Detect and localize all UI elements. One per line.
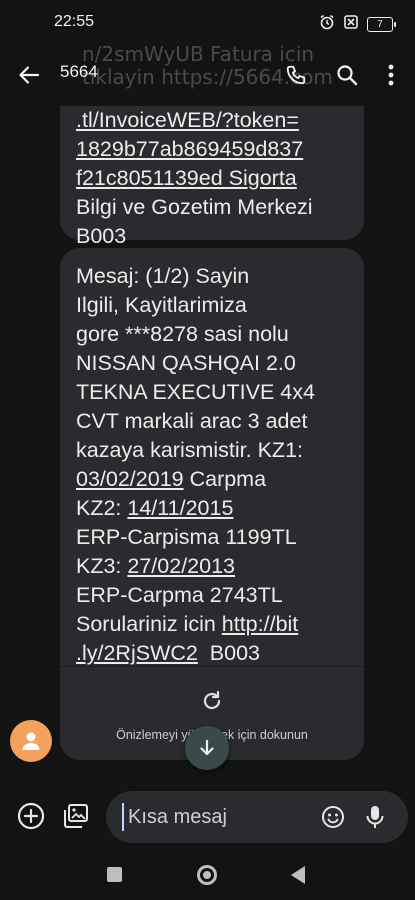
more-vert-icon: [388, 64, 394, 86]
gallery-icon: [64, 804, 88, 828]
gallery-button[interactable]: [61, 801, 91, 831]
search-icon: [337, 65, 358, 86]
add-attachment-button[interactable]: [16, 801, 46, 831]
message-line: ERP-Carpma 2743TL: [76, 583, 283, 607]
add-circle-icon: [17, 802, 45, 830]
system-back-button[interactable]: [291, 866, 305, 884]
home-button[interactable]: [197, 865, 217, 885]
message-line: Sorulariniz icin http://bit: [76, 610, 348, 639]
more-options-button[interactable]: [376, 60, 406, 90]
message-text: Carpma: [183, 467, 267, 491]
battery-icon: 7: [367, 16, 396, 32]
message-line: Bilgi ve Gozetim Merkezi: [76, 195, 313, 219]
person-icon: [22, 732, 40, 750]
battery-level: 7: [377, 18, 383, 30]
message-input[interactable]: [122, 803, 312, 831]
system-navigation-bar: [0, 844, 415, 900]
arrow-down-icon: [200, 739, 214, 756]
status-bar: 22:55 7: [0, 0, 415, 46]
message-text: B003: [197, 641, 261, 665]
status-time: 22:55: [54, 13, 95, 30]
message-link[interactable]: .tl/InvoiceWEB/?token=: [76, 106, 348, 135]
message-line: kazaya karismistir. KZ1:: [76, 438, 303, 462]
alarm-icon: [319, 14, 335, 34]
message-line: KZ3: 27/02/2013: [76, 552, 348, 581]
message-text: Sorulariniz icin: [76, 612, 222, 636]
message-line: B003: [76, 224, 127, 248]
message-line: Mesaj: (1/2) Sayin: [76, 264, 250, 288]
avatar[interactable]: [10, 720, 52, 762]
message-line: TEKNA EXECUTIVE 4x4: [76, 380, 315, 404]
message-bubble[interactable]: Mesaj: (1/2) Sayin Ilgili, Kayitlarimiza…: [60, 248, 364, 760]
date-link[interactable]: 03/02/2019: [76, 467, 184, 491]
message-link[interactable]: f21c8051139ed Sigorta: [76, 166, 297, 190]
message-text: KZ2:: [76, 496, 128, 520]
message-bubble[interactable]: .tl/InvoiceWEB/?token= 1829b77ab869459d8…: [60, 106, 364, 248]
message-line: f21c8051139ed Sigorta: [76, 164, 348, 193]
url-link[interactable]: .ly/2RjSWC2: [76, 641, 198, 665]
date-link[interactable]: 14/11/2015: [127, 496, 233, 520]
message-line: Ilgili, Kayitlarimiza: [76, 293, 247, 317]
message-line: ERP-Carpisma 1199TL: [76, 525, 297, 549]
message-line: CVT markali arac 3 adet: [76, 409, 308, 433]
message-line: gore ***8278 sasi nolu: [76, 322, 289, 346]
call-button[interactable]: [281, 60, 311, 90]
search-button[interactable]: [332, 60, 362, 90]
phone-icon: [286, 65, 306, 85]
emoji-button[interactable]: [320, 804, 346, 830]
voice-input-button[interactable]: [362, 803, 388, 831]
recents-button[interactable]: [107, 867, 122, 882]
mic-icon: [366, 806, 384, 828]
message-line: KZ2: 14/11/2015: [76, 494, 348, 523]
no-sim-icon: [343, 14, 359, 34]
message-list[interactable]: .tl/InvoiceWEB/?token= 1829b77ab869459d8…: [0, 106, 415, 788]
message-input-container: [106, 791, 408, 843]
message-line: 03/02/2019 Carpma: [76, 465, 348, 494]
back-button[interactable]: [14, 60, 44, 90]
back-arrow-icon: [19, 66, 40, 84]
reload-icon: [203, 690, 221, 710]
scroll-to-bottom-button[interactable]: [185, 726, 229, 770]
message-text: KZ3:: [76, 554, 128, 578]
message-line: NISSAN QASHQAI 2.0: [76, 351, 296, 375]
app-bar: n/2smWyUB Fatura icin tiklayin https://5…: [0, 42, 415, 106]
status-icons: 7: [319, 14, 396, 34]
contact-name[interactable]: 5664: [60, 62, 98, 82]
date-link[interactable]: 27/02/2013: [127, 554, 235, 578]
url-link[interactable]: http://bit: [222, 612, 299, 636]
message-link[interactable]: 1829b77ab869459d837: [76, 135, 348, 164]
emoji-icon: [322, 806, 344, 828]
message-line: .ly/2RjSWC2 B003: [76, 639, 348, 668]
composer: [0, 788, 415, 844]
